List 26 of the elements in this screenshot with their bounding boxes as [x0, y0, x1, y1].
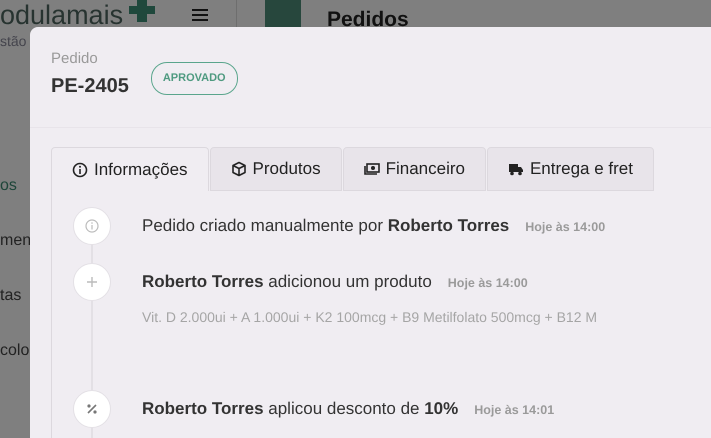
event-text: Roberto Torres adicionou um produto [142, 272, 432, 291]
menu-icon[interactable] [192, 9, 208, 21]
event-text: Pedido criado manualmente por Roberto Torres [142, 216, 510, 235]
order-label: Pedido [51, 49, 99, 69]
event-time: Hoje às 14:00 [525, 220, 606, 234]
info-icon [72, 162, 88, 178]
truck-icon [508, 161, 524, 177]
status-badge: APROVADO [150, 62, 238, 94]
order-code: PE-2405 [51, 74, 129, 98]
info-icon [85, 219, 99, 233]
event-time: Hoje às 14:00 [448, 276, 528, 290]
tab[interactable]: Entrega e fret [486, 147, 654, 191]
product-description: Vit. D 2.000ui + A 1.000ui + K2 100mcg + B9 Metilfolato 500mcg + B12 M [142, 308, 598, 327]
event-time: Hoje às 14:01 [474, 403, 554, 417]
page-title: Pedidos [327, 7, 409, 33]
banknote-icon [364, 161, 380, 177]
percent-icon [85, 402, 99, 416]
plus-icon [85, 275, 99, 289]
tab[interactable]: Financeiro [342, 147, 486, 191]
event-text: Roberto Torres aplicou desconto de 10% [142, 399, 458, 418]
tab[interactable]: Produtos [210, 147, 342, 191]
box-icon [230, 161, 247, 177]
cross-logo-icon [129, 0, 156, 22]
logo-subtitle: stão [0, 32, 28, 51]
tab[interactable]: Informações [51, 147, 209, 191]
logo-text: odulamais [0, 2, 124, 29]
